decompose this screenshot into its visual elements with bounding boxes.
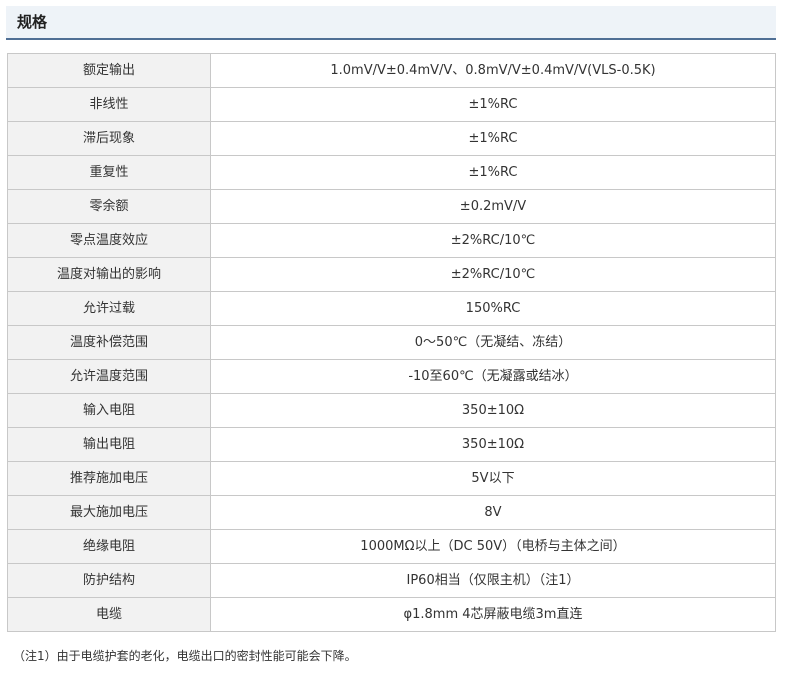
spec-label: 零余额 — [7, 189, 211, 224]
spec-value: 8V — [210, 495, 776, 530]
table-row: 电缆 φ1.8mm 4芯屏蔽电缆3m直连 — [7, 597, 776, 632]
spec-label: 额定输出 — [7, 53, 211, 88]
table-row: 温度对输出的影响 ±2%RC/10℃ — [7, 257, 776, 292]
spec-value: ±1%RC — [210, 155, 776, 190]
spec-value: 350±10Ω — [210, 393, 776, 428]
spec-label: 重复性 — [7, 155, 211, 190]
spec-label: 推荐施加电压 — [7, 461, 211, 496]
spec-label: 防护结构 — [7, 563, 211, 598]
table-row: 滞后现象 ±1%RC — [7, 121, 776, 156]
table-row: 非线性 ±1%RC — [7, 87, 776, 122]
table-row: 绝缘电阻 1000MΩ以上（DC 50V）（电桥与主体之间） — [7, 529, 776, 564]
spec-value: ±2%RC/10℃ — [210, 257, 776, 292]
spec-label: 输出电阻 — [7, 427, 211, 462]
section-title: 规格 — [17, 13, 48, 31]
spec-table: 额定输出 1.0mV/V±0.4mV/V、0.8mV/V±0.4mV/V(VLS… — [7, 53, 776, 632]
table-row: 额定输出 1.0mV/V±0.4mV/V、0.8mV/V±0.4mV/V(VLS… — [7, 53, 776, 88]
spec-label: 电缆 — [7, 597, 211, 632]
spec-label: 滞后现象 — [7, 121, 211, 156]
spec-label: 温度对输出的影响 — [7, 257, 211, 292]
spec-value: 350±10Ω — [210, 427, 776, 462]
table-row: 最大施加电压 8V — [7, 495, 776, 530]
spec-label: 非线性 — [7, 87, 211, 122]
spec-value: ±2%RC/10℃ — [210, 223, 776, 258]
spec-value: ±1%RC — [210, 87, 776, 122]
spec-value: ±0.2mV/V — [210, 189, 776, 224]
spec-value: φ1.8mm 4芯屏蔽电缆3m直连 — [210, 597, 776, 632]
table-row: 允许过载 150%RC — [7, 291, 776, 326]
table-row: 零点温度效应 ±2%RC/10℃ — [7, 223, 776, 258]
spec-value: ±1%RC — [210, 121, 776, 156]
spec-label: 温度补偿范围 — [7, 325, 211, 360]
spec-label: 绝缘电阻 — [7, 529, 211, 564]
table-row: 防护结构 IP60相当（仅限主机）（注1） — [7, 563, 776, 598]
spec-value: 0～50℃（无凝结、冻结） — [210, 325, 776, 360]
table-row: 推荐施加电压 5V以下 — [7, 461, 776, 496]
table-row: 输入电阻 350±10Ω — [7, 393, 776, 428]
table-row: 重复性 ±1%RC — [7, 155, 776, 190]
spec-value: IP60相当（仅限主机）（注1） — [210, 563, 776, 598]
table-row: 允许温度范围 -10至60℃（无凝露或结冰） — [7, 359, 776, 394]
spec-label: 零点温度效应 — [7, 223, 211, 258]
table-row: 温度补偿范围 0～50℃（无凝结、冻结） — [7, 325, 776, 360]
spec-value: 5V以下 — [210, 461, 776, 496]
spec-value: 150%RC — [210, 291, 776, 326]
spec-label: 最大施加电压 — [7, 495, 211, 530]
spec-label: 输入电阻 — [7, 393, 211, 428]
spec-value: -10至60℃（无凝露或结冰） — [210, 359, 776, 394]
table-row: 零余额 ±0.2mV/V — [7, 189, 776, 224]
section-header: 规格 — [6, 6, 776, 40]
spec-label: 允许过载 — [7, 291, 211, 326]
footnote: （注1）由于电缆护套的老化，电缆出口的密封性能可能会下降。 — [13, 649, 357, 663]
spec-label: 允许温度范围 — [7, 359, 211, 394]
spec-value: 1000MΩ以上（DC 50V）（电桥与主体之间） — [210, 529, 776, 564]
table-row: 输出电阻 350±10Ω — [7, 427, 776, 462]
spec-value: 1.0mV/V±0.4mV/V、0.8mV/V±0.4mV/V(VLS-0.5K… — [210, 53, 776, 88]
